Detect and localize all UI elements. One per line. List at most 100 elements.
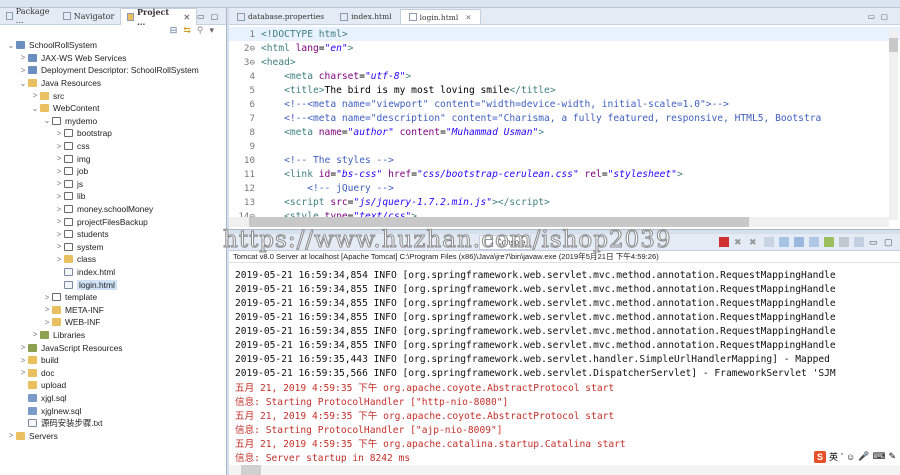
expanded-chevron-icon[interactable]: ⌄	[18, 79, 28, 88]
show-console-icon[interactable]	[809, 237, 819, 247]
minimize-maximize-icons[interactable]: ▭▢	[862, 12, 900, 24]
code-line[interactable]: 9	[229, 139, 900, 153]
tree-item[interactable]: > system	[0, 241, 226, 254]
collapsed-chevron-icon[interactable]: >	[18, 343, 28, 352]
code-line[interactable]: 10 <!-- The styles -->	[229, 153, 900, 167]
collapsed-chevron-icon[interactable]: >	[30, 91, 40, 100]
code-line[interactable]: 11 <link id = "bs-css" href = "css/bootstrap…	[229, 167, 900, 181]
tree-item[interactable]: ⌄ WebContent	[0, 102, 226, 115]
terminate-icon[interactable]	[719, 237, 729, 247]
tree-item[interactable]: ⌄ SchoolRollSystem	[0, 39, 226, 52]
console-output[interactable]: 2019-05-21 16:59:34,854 INFO [org.spring…	[229, 263, 900, 463]
tree-item[interactable]: xjgl.sql	[0, 392, 226, 405]
filter-icon[interactable]: ⚲	[197, 25, 204, 39]
code-line[interactable]: 6 <!--<meta name="viewport" content="wid…	[229, 97, 900, 111]
tree-item[interactable]: > bootstrap	[0, 127, 226, 140]
collapsed-chevron-icon[interactable]: >	[54, 167, 64, 176]
tree-item[interactable]: index.html	[0, 266, 226, 279]
display-console-icon[interactable]	[839, 237, 849, 247]
collapsed-chevron-icon[interactable]: >	[30, 330, 40, 339]
collapsed-chevron-icon[interactable]: >	[54, 205, 64, 214]
horizontal-scrollbar[interactable]	[229, 217, 889, 227]
collapsed-chevron-icon[interactable]: >	[54, 192, 64, 201]
pin-console-icon[interactable]	[824, 237, 834, 247]
tab-login-html[interactable]: login.html ✕	[399, 9, 481, 24]
collapsed-chevron-icon[interactable]: >	[42, 305, 52, 314]
minimize-maximize-icons[interactable]: ▭▢	[197, 12, 230, 21]
tools-icon[interactable]: ✎	[888, 451, 896, 462]
close-icon[interactable]: ✕	[465, 13, 471, 22]
tree-item[interactable]: 源码安装步骤.txt	[0, 417, 226, 430]
ime-mode[interactable]: 英	[829, 450, 838, 463]
tree-item[interactable]: > money.schoolMoney	[0, 203, 226, 216]
tree-item[interactable]: xjglnew.sql	[0, 404, 226, 417]
collapsed-chevron-icon[interactable]: >	[42, 318, 52, 327]
code-line[interactable]: 4 <meta charset = "utf-8" >	[229, 69, 900, 83]
collapsed-chevron-icon[interactable]: >	[54, 129, 64, 138]
tab-database-properties[interactable]: database.properties	[229, 9, 332, 24]
collapsed-chevron-icon[interactable]: >	[18, 368, 28, 377]
tree-item[interactable]: > job	[0, 165, 226, 178]
code-line[interactable]: 13 <script src = "js/jquery-1.7.2.min.js" >…	[229, 195, 900, 209]
tree-item[interactable]: ⌄ mydemo	[0, 115, 226, 128]
collapsed-chevron-icon[interactable]: >	[54, 230, 64, 239]
tree-item[interactable]: upload	[0, 379, 226, 392]
tree-item[interactable]: > build	[0, 354, 226, 367]
collapsed-chevron-icon[interactable]: >	[54, 242, 64, 251]
collapsed-chevron-icon[interactable]: >	[54, 142, 64, 151]
punctuation-icon[interactable]: ʼ	[841, 452, 843, 462]
console-horizontal-scrollbar[interactable]	[229, 465, 900, 475]
collapsed-chevron-icon[interactable]: >	[54, 154, 64, 163]
tree-item[interactable]: > JavaScript Resources	[0, 341, 226, 354]
code-line[interactable]: 7 <!--<meta name="description" content="…	[229, 111, 900, 125]
scroll-lock-icon[interactable]	[779, 237, 789, 247]
remove-all-icon[interactable]: ✖	[749, 237, 759, 247]
tree-item[interactable]: > doc	[0, 366, 226, 379]
ime-toolbar[interactable]: S 英 ʼ ☺ 🎤 ⌨ ✎	[814, 450, 896, 463]
collapsed-chevron-icon[interactable]: >	[54, 217, 64, 226]
tree-item[interactable]: > JAX-WS Web Services	[0, 52, 226, 65]
tab-index-html[interactable]: index.html	[332, 9, 399, 24]
tree-item[interactable]: > WEB-INF	[0, 316, 226, 329]
collapse-all-icon[interactable]: ⊟	[170, 25, 178, 39]
collapsed-chevron-icon[interactable]: >	[6, 431, 16, 440]
tab-package-explorer[interactable]: Package ...	[0, 7, 57, 25]
tree-item[interactable]: ⌄ Java Resources	[0, 77, 226, 90]
keyboard-icon[interactable]: ⌨	[872, 451, 885, 462]
tree-item[interactable]: login.html	[0, 278, 226, 291]
tab-navigator[interactable]: Navigator	[57, 8, 121, 25]
expanded-chevron-icon[interactable]: ⌄	[42, 116, 52, 125]
word-wrap-icon[interactable]	[794, 237, 804, 247]
emoji-icon[interactable]: ☺	[846, 452, 855, 462]
code-line[interactable]: 8 <meta name = "author" content = "Muhammad …	[229, 125, 900, 139]
tree-item[interactable]: > students	[0, 228, 226, 241]
tree-item[interactable]: > src	[0, 89, 226, 102]
clear-console-icon[interactable]	[764, 237, 774, 247]
code-line[interactable]: 3⊖ <head>	[229, 55, 900, 69]
tree-item[interactable]: > Deployment Descriptor: SchoolRollSystem	[0, 64, 226, 77]
code-line[interactable]: 2⊖ <html lang = "en" >	[229, 41, 900, 55]
remove-launch-icon[interactable]: ✖	[734, 237, 744, 247]
tree-item[interactable]: > Libraries	[0, 329, 226, 342]
expanded-chevron-icon[interactable]: ⌄	[30, 104, 40, 113]
code-line[interactable]: 5 <title> The bird is my most loving smil…	[229, 83, 900, 97]
collapsed-chevron-icon[interactable]: >	[18, 53, 28, 62]
vertical-scrollbar[interactable]	[889, 30, 898, 220]
collapsed-chevron-icon[interactable]: >	[18, 66, 28, 75]
code-line[interactable]: 1 <!DOCTYPE html>	[229, 27, 900, 41]
tree-item[interactable]: > lib	[0, 190, 226, 203]
tree-item[interactable]: > img	[0, 152, 226, 165]
collapsed-chevron-icon[interactable]: >	[54, 179, 64, 188]
close-icon[interactable]: ✕	[183, 12, 190, 22]
tree-item[interactable]: > projectFilesBackup	[0, 215, 226, 228]
tree-item[interactable]: > Servers	[0, 429, 226, 442]
tree-item[interactable]: > css	[0, 140, 226, 153]
maximize-icon[interactable]: ▢	[884, 237, 894, 247]
collapsed-chevron-icon[interactable]: >	[54, 255, 64, 264]
link-editor-icon[interactable]: ⇆	[183, 25, 191, 39]
view-menu-icon[interactable]: ▾	[209, 25, 214, 39]
tree-item[interactable]: > template	[0, 291, 226, 304]
tree-item[interactable]: > class	[0, 253, 226, 266]
minimize-icon[interactable]: ▭	[869, 237, 879, 247]
code-line[interactable]: 12 <!-- jQuery -->	[229, 181, 900, 195]
